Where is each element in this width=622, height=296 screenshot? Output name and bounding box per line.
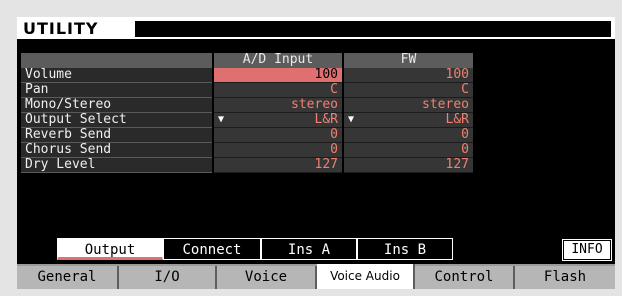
tab-general[interactable]: General bbox=[17, 266, 119, 289]
row-label-chorus-send: Chorus Send bbox=[21, 142, 213, 158]
triangle-down-icon: ▼ bbox=[218, 113, 225, 125]
chorus-send-ad-input-value[interactable]: 0 bbox=[212, 142, 343, 158]
tab-control[interactable]: Control bbox=[415, 266, 515, 289]
subtab-connect[interactable]: Connect bbox=[163, 238, 261, 260]
pan-ad-input-value[interactable]: C bbox=[212, 82, 343, 98]
row-label-dry-level: Dry Level bbox=[21, 157, 213, 173]
subtab-output[interactable]: Output bbox=[57, 238, 163, 260]
table-header-blank bbox=[21, 53, 213, 68]
subtab-ins-b[interactable]: Ins B bbox=[357, 238, 453, 260]
table-row: Chorus Send 0 0 bbox=[21, 142, 473, 158]
tab-voice[interactable]: Voice bbox=[217, 266, 317, 289]
table-row: Volume 100 100 bbox=[21, 67, 473, 83]
column-header-fw: FW bbox=[342, 53, 473, 68]
mono-stereo-ad-input-value[interactable]: stereo bbox=[212, 97, 343, 113]
tab-flash[interactable]: Flash bbox=[515, 266, 615, 289]
tab-io[interactable]: I/O bbox=[119, 266, 217, 289]
output-select-ad-input-value: L&R bbox=[314, 111, 338, 127]
title-bar: UTILITY bbox=[17, 17, 615, 39]
lcd-screen: UTILITY A/D Input FW Volume 100 100 Pan bbox=[17, 17, 615, 289]
table-row: Output Select ▼ L&R ▼ L&R bbox=[21, 111, 473, 128]
volume-fw-value[interactable]: 100 bbox=[342, 67, 473, 83]
table-row: Reverb Send 0 0 bbox=[21, 127, 473, 143]
column-header-ad-input: A/D Input bbox=[212, 53, 343, 68]
parameter-table: A/D Input FW Volume 100 100 Pan C C Mono… bbox=[21, 53, 473, 173]
tab-voice-audio[interactable]: Voice Audio bbox=[317, 264, 415, 289]
row-label-pan: Pan bbox=[21, 82, 213, 98]
table-row: Pan C C bbox=[21, 82, 473, 98]
sub-tab-bar: Output Connect Ins A Ins B INFO bbox=[17, 238, 615, 260]
mono-stereo-fw-value[interactable]: stereo bbox=[342, 97, 473, 113]
device-frame: UTILITY A/D Input FW Volume 100 100 Pan bbox=[0, 0, 622, 296]
reverb-send-ad-input-value[interactable]: 0 bbox=[212, 127, 343, 143]
dry-level-fw-value[interactable]: 127 bbox=[342, 157, 473, 173]
pan-fw-value[interactable]: C bbox=[342, 82, 473, 98]
row-label-mono-stereo: Mono/Stereo bbox=[21, 97, 213, 113]
output-select-fw-dropdown[interactable]: ▼ L&R bbox=[342, 111, 473, 128]
output-select-fw-value: L&R bbox=[445, 111, 469, 127]
table-header-row: A/D Input FW bbox=[21, 53, 473, 68]
page-title: UTILITY bbox=[23, 19, 99, 38]
info-button[interactable]: INFO bbox=[563, 240, 611, 260]
dry-level-ad-input-value[interactable]: 127 bbox=[212, 157, 343, 173]
row-label-reverb-send: Reverb Send bbox=[21, 127, 213, 143]
subtab-ins-a[interactable]: Ins A bbox=[261, 238, 357, 260]
volume-ad-input-value[interactable]: 100 bbox=[212, 67, 343, 83]
output-select-ad-input-dropdown[interactable]: ▼ L&R bbox=[212, 111, 343, 128]
table-row: Dry Level 127 127 bbox=[21, 157, 473, 173]
title-bar-block bbox=[135, 21, 611, 37]
row-label-volume: Volume bbox=[21, 67, 213, 83]
chorus-send-fw-value[interactable]: 0 bbox=[342, 142, 473, 158]
main-tab-bar: General I/O Voice Voice Audio Control Fl… bbox=[17, 264, 615, 289]
row-label-output-select: Output Select bbox=[21, 112, 213, 128]
table-row: Mono/Stereo stereo stereo bbox=[21, 97, 473, 113]
triangle-down-icon: ▼ bbox=[348, 113, 355, 125]
reverb-send-fw-value[interactable]: 0 bbox=[342, 127, 473, 143]
